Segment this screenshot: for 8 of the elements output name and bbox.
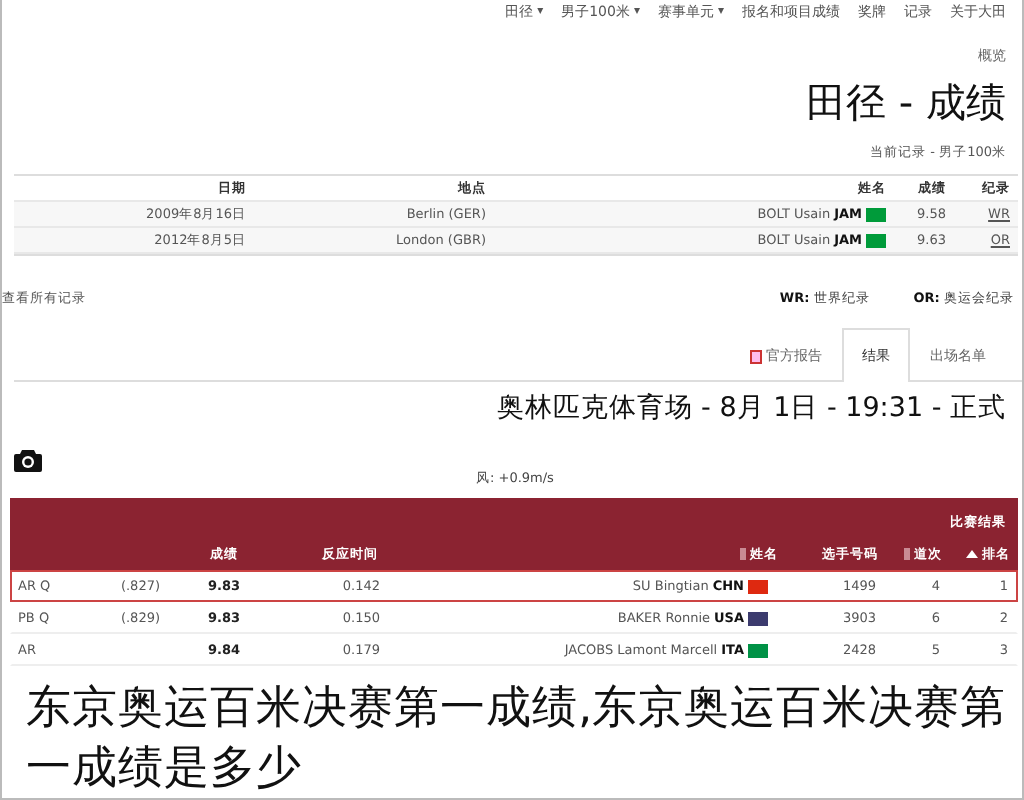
sort-icon: [740, 548, 746, 560]
sort-icon: [904, 548, 910, 560]
sort-up-icon: [966, 550, 978, 558]
caption-text: 东京奥运百米决赛第一成绩,东京奥运百米决赛第一成绩是多少: [26, 680, 1009, 798]
session-heading: 奥林匹克体育场 - 8月 1日 - 19:31 - 正式: [494, 390, 1006, 426]
camera-icon[interactable]: [14, 448, 42, 472]
page-title: 田径 - 成绩: [804, 78, 1006, 126]
document-icon: [750, 349, 762, 363]
